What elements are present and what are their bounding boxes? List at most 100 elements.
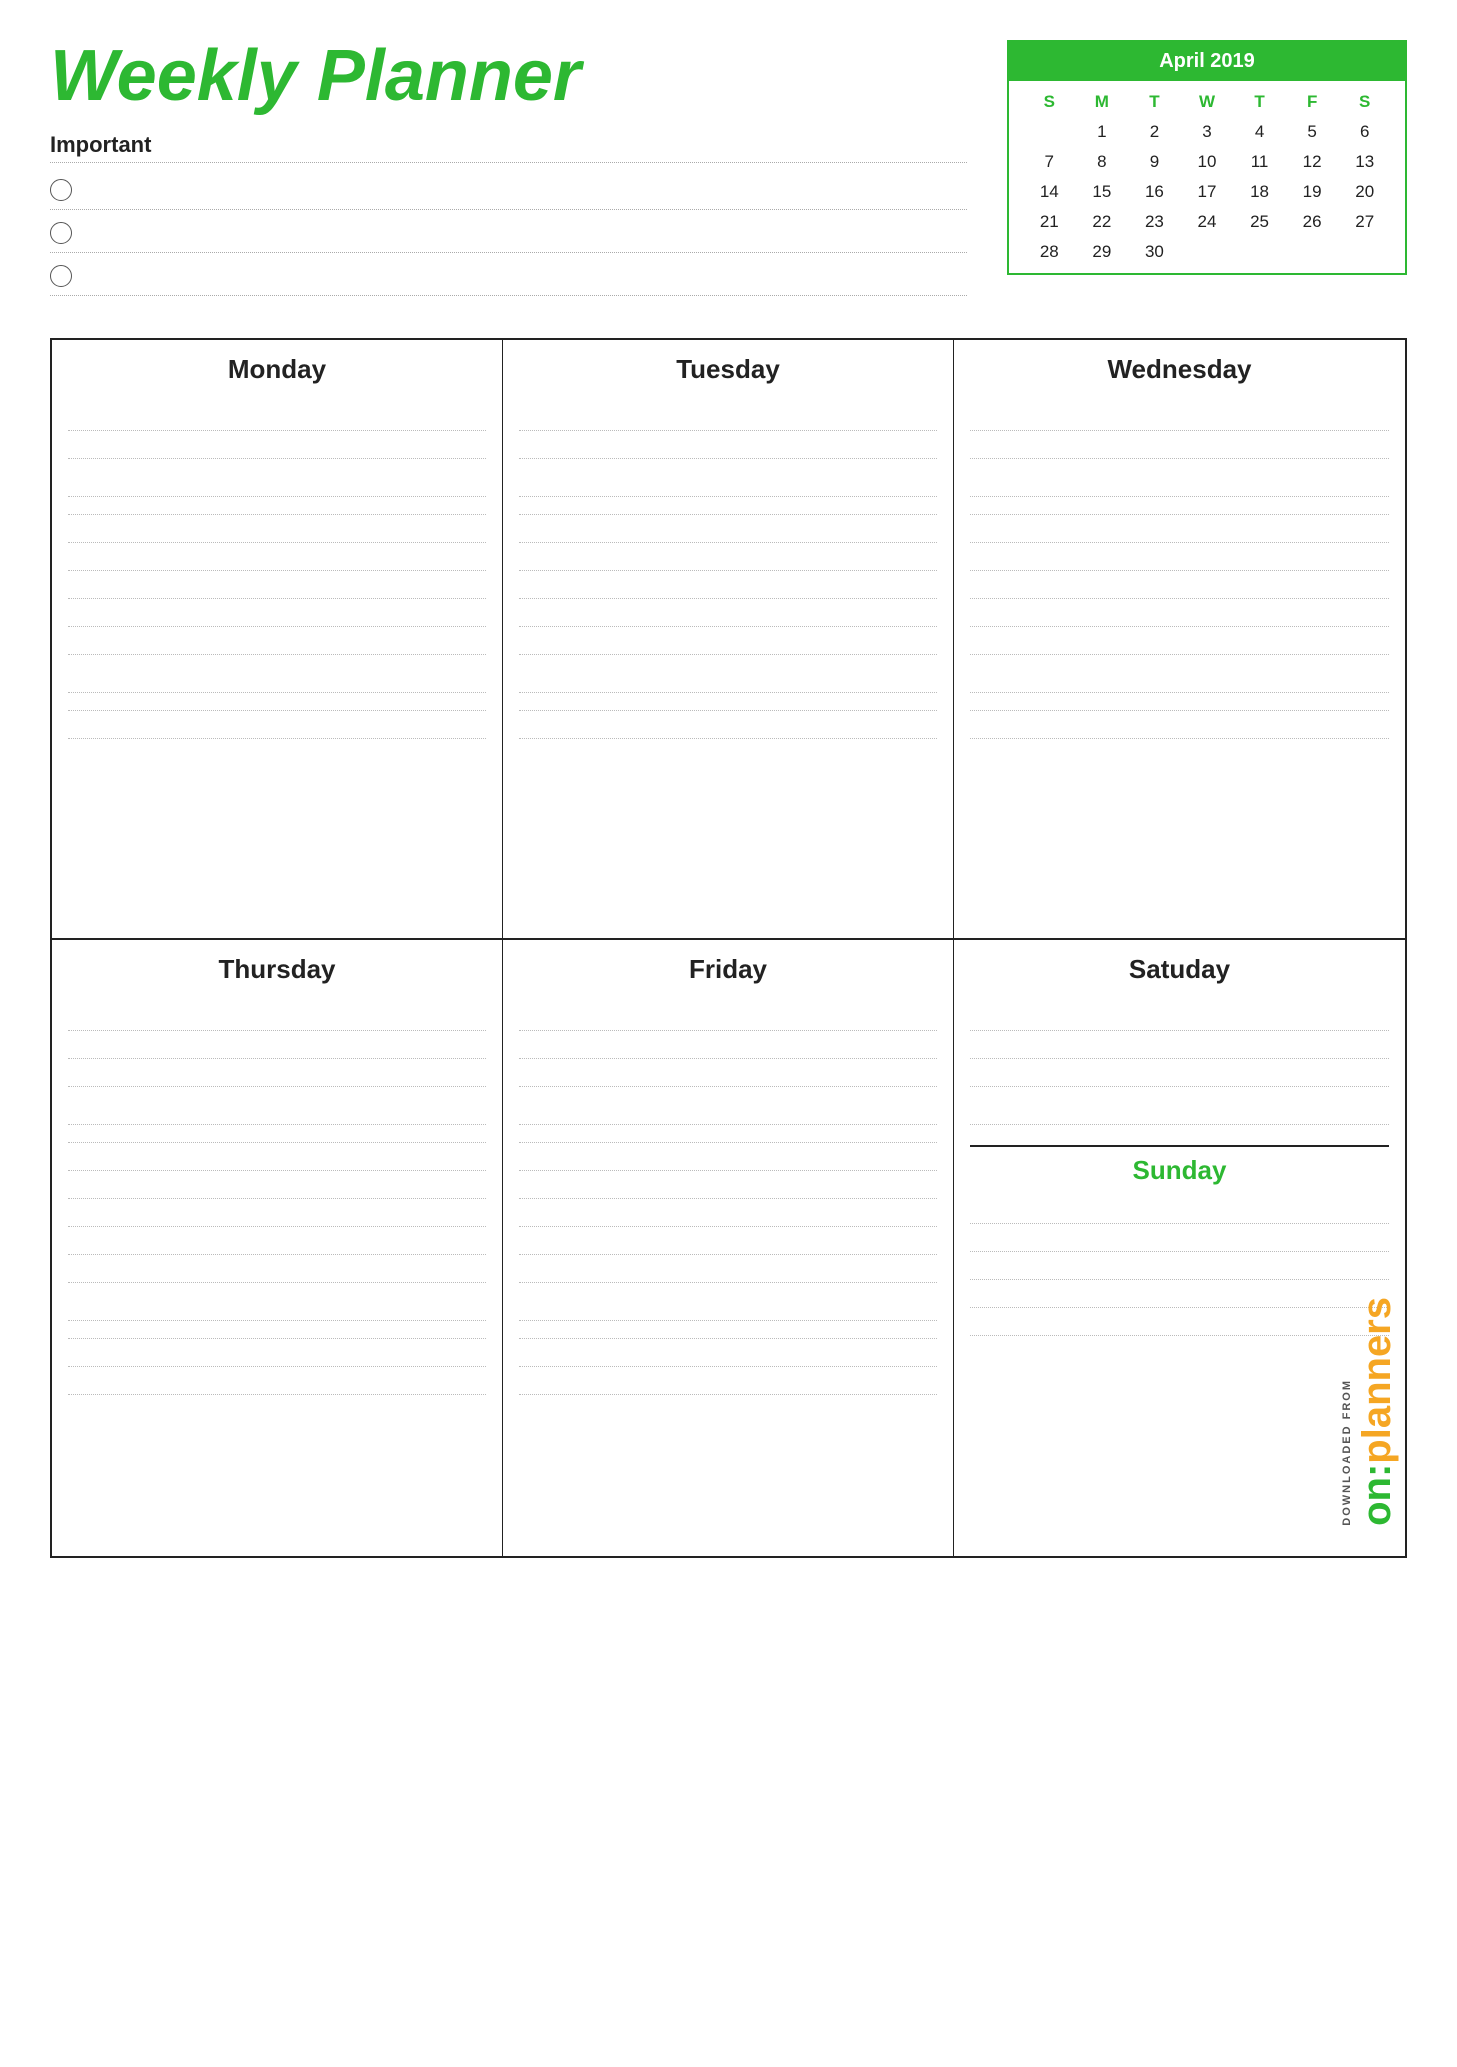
dotted-line-2 bbox=[50, 252, 967, 253]
cal-header-s1: S bbox=[1023, 89, 1076, 115]
thursday-title: Thursday bbox=[68, 954, 486, 985]
cal-w3-d1: 14 bbox=[1023, 179, 1076, 205]
friday-line-13 bbox=[519, 1339, 937, 1367]
thursday-line-8 bbox=[68, 1199, 486, 1227]
thursday-line-10 bbox=[68, 1255, 486, 1283]
cal-header-t1: T bbox=[1128, 89, 1181, 115]
cal-w1-d6: 5 bbox=[1286, 119, 1339, 145]
monday-line-5 bbox=[68, 515, 486, 543]
important-item-3 bbox=[50, 265, 967, 287]
cal-w3-d4: 17 bbox=[1181, 179, 1234, 205]
saturday-line-4 bbox=[970, 1087, 1389, 1125]
watermark: DOWNLOADED FROM on:planners bbox=[1341, 1297, 1397, 1526]
thursday-line-6 bbox=[68, 1143, 486, 1171]
cal-w5-d5 bbox=[1233, 239, 1286, 265]
friday-line-9 bbox=[519, 1227, 937, 1255]
cal-w1-d2: 1 bbox=[1076, 119, 1129, 145]
thursday-line-7 bbox=[68, 1171, 486, 1199]
tuesday-lines bbox=[519, 403, 937, 739]
friday-line-8 bbox=[519, 1199, 937, 1227]
header-section: Weekly Planner Important April 2019 S M … bbox=[50, 40, 1407, 308]
cal-w4-d4: 24 bbox=[1181, 209, 1234, 235]
friday-line-12 bbox=[519, 1321, 937, 1339]
tuesday-line-11 bbox=[519, 693, 937, 711]
cal-w5-d3: 30 bbox=[1128, 239, 1181, 265]
dotted-line-3 bbox=[50, 295, 967, 296]
tuesday-title: Tuesday bbox=[519, 354, 937, 385]
cal-w3-d2: 15 bbox=[1076, 179, 1129, 205]
cal-w3-d6: 19 bbox=[1286, 179, 1339, 205]
tuesday-line-2 bbox=[519, 431, 937, 459]
watermark-on: on: bbox=[1355, 1464, 1399, 1526]
friday-line-4 bbox=[519, 1087, 937, 1125]
cal-header-f: F bbox=[1286, 89, 1339, 115]
cal-w3-d5: 18 bbox=[1233, 179, 1286, 205]
sunday-line-2 bbox=[970, 1224, 1389, 1252]
cal-w3-d7: 20 bbox=[1338, 179, 1391, 205]
monday-line-7 bbox=[68, 571, 486, 599]
wednesday-line-12 bbox=[970, 711, 1389, 739]
saturday-line-1 bbox=[970, 1003, 1389, 1031]
wednesday-line-9 bbox=[970, 627, 1389, 655]
page-title: Weekly Planner bbox=[50, 40, 967, 112]
tuesday-line-6 bbox=[519, 543, 937, 571]
monday-line-10 bbox=[68, 655, 486, 693]
saturday-line-3 bbox=[970, 1059, 1389, 1087]
cal-w2-d2: 8 bbox=[1076, 149, 1129, 175]
monday-lines bbox=[68, 403, 486, 739]
cal-w5-d6 bbox=[1286, 239, 1339, 265]
watermark-brand: on:planners bbox=[1357, 1297, 1397, 1526]
cal-w1-d4: 3 bbox=[1181, 119, 1234, 145]
tuesday-line-12 bbox=[519, 711, 937, 739]
thursday-column: Thursday bbox=[52, 940, 503, 1556]
tuesday-line-7 bbox=[519, 571, 937, 599]
left-header: Weekly Planner Important bbox=[50, 40, 1007, 308]
wednesday-title: Wednesday bbox=[970, 354, 1389, 385]
saturday-title: Satuday bbox=[970, 954, 1389, 985]
thursday-line-2 bbox=[68, 1031, 486, 1059]
cal-w1-d5: 4 bbox=[1233, 119, 1286, 145]
friday-title: Friday bbox=[519, 954, 937, 985]
friday-line-14 bbox=[519, 1367, 937, 1395]
monday-line-3 bbox=[68, 459, 486, 497]
tuesday-line-8 bbox=[519, 599, 937, 627]
wednesday-line-6 bbox=[970, 543, 1389, 571]
sunday-section: Sunday bbox=[970, 1145, 1389, 1546]
circle-icon-3 bbox=[50, 265, 72, 287]
thursday-line-1 bbox=[68, 1003, 486, 1031]
wednesday-column: Wednesday bbox=[954, 340, 1405, 938]
monday-line-2 bbox=[68, 431, 486, 459]
cal-w5-d7 bbox=[1338, 239, 1391, 265]
cal-w1-d7: 6 bbox=[1338, 119, 1391, 145]
watermark-planners: planners bbox=[1355, 1297, 1399, 1464]
cal-w5-d4 bbox=[1181, 239, 1234, 265]
saturday-column: Satuday Sunday DOWNLOADED FROM on:pl bbox=[954, 940, 1405, 1556]
saturday-lines bbox=[970, 1003, 1389, 1125]
thursday-lines bbox=[68, 1003, 486, 1395]
friday-line-3 bbox=[519, 1059, 937, 1087]
cal-w4-d6: 26 bbox=[1286, 209, 1339, 235]
thursday-line-12 bbox=[68, 1321, 486, 1339]
wednesday-line-5 bbox=[970, 515, 1389, 543]
cal-w4-d3: 23 bbox=[1128, 209, 1181, 235]
important-item-2 bbox=[50, 222, 967, 244]
tuesday-column: Tuesday bbox=[503, 340, 954, 938]
friday-line-7 bbox=[519, 1171, 937, 1199]
thursday-line-5 bbox=[68, 1125, 486, 1143]
wednesday-line-2 bbox=[970, 431, 1389, 459]
friday-line-6 bbox=[519, 1143, 937, 1171]
cal-w4-d2: 22 bbox=[1076, 209, 1129, 235]
monday-line-9 bbox=[68, 627, 486, 655]
cal-w2-d7: 13 bbox=[1338, 149, 1391, 175]
wednesday-line-4 bbox=[970, 497, 1389, 515]
cal-w4-d7: 27 bbox=[1338, 209, 1391, 235]
tuesday-line-9 bbox=[519, 627, 937, 655]
cal-header-w: W bbox=[1181, 89, 1234, 115]
tuesday-line-10 bbox=[519, 655, 937, 693]
wednesday-line-8 bbox=[970, 599, 1389, 627]
friday-column: Friday bbox=[503, 940, 954, 1556]
friday-line-11 bbox=[519, 1283, 937, 1321]
cal-header-t2: T bbox=[1233, 89, 1286, 115]
tuesday-line-1 bbox=[519, 403, 937, 431]
calendar-grid: S M T W T F S 1 2 3 4 5 6 7 8 9 10 11 12… bbox=[1009, 81, 1405, 273]
